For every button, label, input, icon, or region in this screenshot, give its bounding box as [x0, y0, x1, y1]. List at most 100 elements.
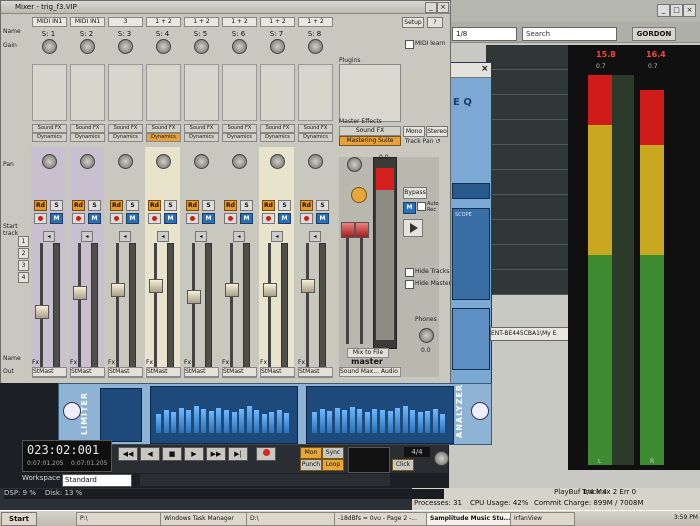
- start-track-button[interactable]: 3: [18, 260, 29, 271]
- fx-slot-2[interactable]: Dynamics: [146, 133, 181, 142]
- mute-button[interactable]: M: [88, 213, 101, 224]
- input-select[interactable]: MIDI IN1: [70, 17, 105, 27]
- output-select[interactable]: StMast: [146, 367, 181, 377]
- analyzer-power-icon[interactable]: [471, 402, 489, 420]
- input-select[interactable]: MIDI IN1: [32, 17, 67, 27]
- input-select[interactable]: 3: [108, 17, 143, 27]
- taskbar-task[interactable]: Windows Task Manager: [160, 512, 247, 526]
- loop-button[interactable]: Loop: [322, 459, 344, 471]
- fx-slot-1[interactable]: Sound FX: [222, 124, 257, 133]
- solo-button[interactable]: S: [164, 200, 177, 211]
- setup-button[interactable]: Setup: [402, 17, 424, 28]
- input-select[interactable]: 1 + 2: [184, 17, 219, 27]
- record-arm-button[interactable]: Rd: [262, 200, 275, 211]
- fx-slot-1[interactable]: Sound FX: [298, 124, 333, 133]
- record-icon[interactable]: [262, 213, 275, 224]
- timecode-display[interactable]: 023:02:001 0:07:01.205 0:07:01.205: [22, 440, 112, 472]
- master-fader-right[interactable]: [355, 222, 369, 238]
- record-icon[interactable]: [72, 213, 85, 224]
- play-arrow-button[interactable]: [403, 219, 423, 237]
- pan-knob[interactable]: [232, 154, 247, 169]
- mon-button[interactable]: Mon: [300, 447, 322, 459]
- output-select[interactable]: StMast: [70, 367, 105, 377]
- phones-knob[interactable]: [419, 328, 434, 343]
- midi-learn-checkbox[interactable]: [405, 40, 414, 49]
- solo-button[interactable]: S: [316, 200, 329, 211]
- gain-knob[interactable]: [156, 39, 171, 54]
- fx-slot-1[interactable]: Sound FX: [70, 124, 105, 133]
- fx-slot-2[interactable]: Dynamics: [222, 133, 257, 142]
- record-icon[interactable]: [186, 213, 199, 224]
- input-select[interactable]: 1 + 2: [260, 17, 295, 27]
- speaker-icon[interactable]: ◂: [157, 231, 169, 242]
- fx-slot-2[interactable]: Dynamics: [184, 133, 219, 142]
- gain-knob[interactable]: [232, 39, 247, 54]
- record-icon[interactable]: [224, 213, 237, 224]
- volume-fader[interactable]: [187, 290, 201, 304]
- forward-icon[interactable]: ▶▶: [206, 447, 226, 461]
- output-select[interactable]: StMast: [108, 367, 143, 377]
- master-fx-1[interactable]: Sound FX: [339, 126, 401, 136]
- speaker-icon[interactable]: ◂: [195, 231, 207, 242]
- record-icon[interactable]: [34, 213, 47, 224]
- pan-knob[interactable]: [80, 154, 95, 169]
- record-icon[interactable]: [256, 447, 276, 461]
- volume-fader[interactable]: [73, 286, 87, 300]
- solo-button[interactable]: S: [278, 200, 291, 211]
- mute-button[interactable]: M: [50, 213, 63, 224]
- record-arm-button[interactable]: Rd: [72, 200, 85, 211]
- master-fader-left[interactable]: [341, 222, 355, 238]
- solo-button[interactable]: S: [88, 200, 101, 211]
- track-row[interactable]: [486, 270, 568, 295]
- track-row[interactable]: [486, 170, 568, 195]
- gordon-button[interactable]: GORDON: [632, 27, 676, 41]
- pan-knob[interactable]: [156, 154, 171, 169]
- track-row[interactable]: [486, 120, 568, 145]
- back-icon[interactable]: ◀: [140, 447, 160, 461]
- help-button[interactable]: ?: [427, 17, 443, 28]
- minimize-icon[interactable]: _: [425, 2, 437, 13]
- mute-button[interactable]: M: [240, 213, 253, 224]
- bg-combo[interactable]: 1/8: [452, 27, 517, 41]
- speaker-icon[interactable]: ◂: [119, 231, 131, 242]
- speaker-icon[interactable]: ◂: [233, 231, 245, 242]
- jog-wheel[interactable]: [434, 451, 449, 466]
- track-row[interactable]: [486, 195, 568, 220]
- solo-button[interactable]: S: [202, 200, 215, 211]
- taskbar-task[interactable]: -18dBfs = 0vu - Page 2 -...: [334, 512, 427, 526]
- time-signature[interactable]: 4/4: [404, 447, 430, 457]
- pan-knob[interactable]: [194, 154, 209, 169]
- tool-buttons[interactable]: [140, 474, 390, 486]
- output-select[interactable]: StMast: [32, 367, 67, 377]
- input-select[interactable]: 1 + 2: [298, 17, 333, 27]
- auto-rec-checkbox[interactable]: [417, 202, 426, 211]
- eq-plugin-panel[interactable]: × E Q SCOPE: [450, 62, 492, 384]
- master-mute-button[interactable]: M: [403, 202, 416, 214]
- taskbar-task[interactable]: IrfanView: [510, 512, 575, 526]
- record-arm-button[interactable]: Rd: [300, 200, 313, 211]
- stop-icon[interactable]: ■: [162, 447, 182, 461]
- master-out-select[interactable]: Sound Max... Audio: [339, 367, 401, 377]
- volume-fader[interactable]: [263, 283, 277, 297]
- fx-slot-1[interactable]: Sound FX: [184, 124, 219, 133]
- speaker-icon[interactable]: ◂: [81, 231, 93, 242]
- gain-knob[interactable]: [118, 39, 133, 54]
- aux-sends[interactable]: [298, 64, 333, 121]
- record-arm-button[interactable]: Rd: [148, 200, 161, 211]
- track-row[interactable]: [486, 70, 568, 95]
- track-row[interactable]: [486, 220, 568, 245]
- bypass-button[interactable]: Bypass: [403, 187, 427, 199]
- pan-knob[interactable]: [308, 154, 323, 169]
- aux-sends[interactable]: [108, 64, 143, 121]
- aux-sends[interactable]: [184, 64, 219, 121]
- track-area[interactable]: [486, 45, 568, 295]
- aux-sends[interactable]: [32, 64, 67, 121]
- pan-knob[interactable]: [118, 154, 133, 169]
- eq-slider[interactable]: [452, 183, 490, 199]
- taskbar-task[interactable]: D:\: [246, 512, 335, 526]
- start-track-button[interactable]: 4: [18, 272, 29, 283]
- record-arm-button[interactable]: Rd: [224, 200, 237, 211]
- input-select[interactable]: 1 + 2: [146, 17, 181, 27]
- gain-knob[interactable]: [270, 39, 285, 54]
- speaker-icon[interactable]: ◂: [43, 231, 55, 242]
